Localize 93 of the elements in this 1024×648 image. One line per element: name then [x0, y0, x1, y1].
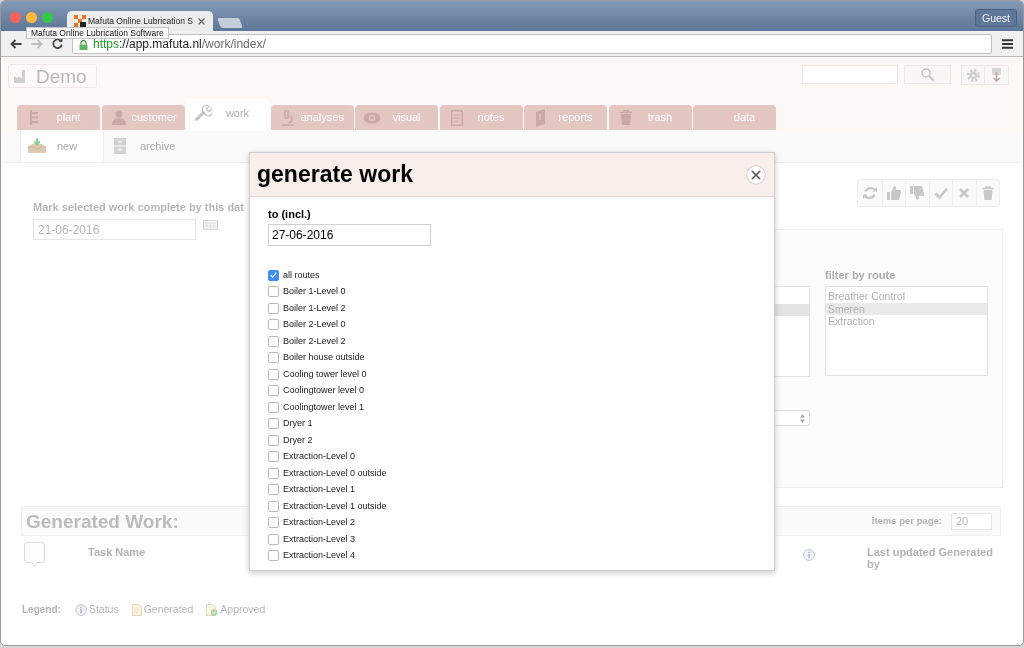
checkbox-label[interactable]: Extraction-Level 0 outside — [283, 467, 387, 479]
checkbox[interactable] — [268, 302, 279, 314]
info-icon — [74, 603, 87, 616]
checkbox-label[interactable]: Extraction-Level 0 — [283, 451, 356, 463]
section-title: Generated Work: — [26, 511, 179, 531]
cabinet-icon — [114, 138, 126, 154]
hierarchy-icon — [29, 110, 39, 125]
eye-icon — [363, 111, 381, 124]
checkbox-label[interactable]: Boiler 1-Level 0 — [283, 286, 346, 298]
legend-title: Legend: — [22, 603, 61, 618]
legend-label: Approved — [220, 602, 266, 617]
new-tab-button[interactable] — [217, 18, 243, 28]
checkbox[interactable] — [268, 352, 279, 364]
logo-icon — [74, 15, 86, 27]
lock-icon — [79, 39, 88, 50]
checkbox-label[interactable]: Boiler house outside — [283, 352, 365, 364]
checkbox-label[interactable]: Boiler 2-Level 2 — [283, 335, 346, 347]
select-all-checkbox-icon[interactable] — [24, 542, 45, 567]
checkbox[interactable] — [268, 319, 279, 331]
checkbox[interactable] — [268, 401, 279, 413]
search-field[interactable] — [802, 65, 898, 84]
thumbs-down-icon — [910, 186, 925, 200]
items-per-page-label: items per page: — [871, 513, 942, 528]
tray-icon — [27, 138, 47, 154]
select-field[interactable] — [774, 410, 810, 426]
binder-icon — [535, 108, 547, 127]
close-icon[interactable] — [198, 17, 205, 25]
trash-icon — [980, 186, 995, 200]
refresh-icon — [862, 186, 877, 200]
checkbox[interactable] — [268, 484, 279, 496]
tooltip: Mafuta Online Lubrication Software — [26, 27, 169, 39]
checkbox-label[interactable]: Dryer 2 — [283, 434, 313, 446]
checkbox[interactable] — [268, 269, 279, 281]
checkbox[interactable] — [268, 385, 279, 397]
checkbox[interactable] — [268, 368, 279, 380]
field-label: Mark selected work complete by this dat — [33, 200, 244, 214]
checkbox-label[interactable]: Extraction-Level 3 — [283, 533, 356, 545]
checkbox-label[interactable]: all routes — [283, 269, 320, 281]
menu-icon[interactable] — [1002, 38, 1013, 49]
legend-label: Generated — [143, 602, 194, 617]
checkbox-label[interactable]: Extraction-Level 2 — [283, 517, 356, 529]
checkbox[interactable] — [268, 517, 279, 529]
trash-icon — [619, 110, 632, 125]
thumbs-up-icon — [886, 186, 901, 200]
checkbox-label[interactable]: Extraction-Level 1 — [283, 484, 356, 496]
checkbox-label[interactable]: Coolingtower level 1 — [283, 401, 365, 413]
checkbox[interactable] — [268, 335, 279, 347]
export-button[interactable] — [985, 65, 1009, 85]
wrench-icon — [194, 104, 212, 122]
approved-document-icon — [206, 603, 219, 616]
settings-icon — [966, 68, 980, 82]
date-field[interactable]: 27-06-2016 — [268, 224, 431, 246]
checkbox-label[interactable]: Extraction-Level 4 — [283, 550, 356, 562]
factory-icon — [14, 69, 28, 83]
reload-icon[interactable] — [52, 38, 63, 49]
checkmark-icon — [270, 272, 277, 279]
checkbox[interactable] — [268, 451, 279, 463]
document-icon — [131, 603, 142, 616]
document-icon — [450, 109, 463, 126]
checkbox-label[interactable]: Dryer 1 — [283, 418, 313, 430]
checkbox[interactable] — [268, 418, 279, 430]
checkbox-label[interactable]: Coolingtower level 0 — [283, 385, 365, 397]
microscope-icon — [280, 109, 295, 126]
checkbox-label[interactable]: Cooling tower level 0 — [283, 368, 367, 380]
minimize-icon[interactable] — [26, 12, 37, 23]
legend-label: Status — [88, 602, 119, 617]
settings-button[interactable] — [961, 65, 985, 85]
calendar-icon[interactable] — [203, 220, 218, 230]
checkbox-label[interactable]: Boiler 2-Level 0 — [283, 319, 346, 331]
checkbox[interactable] — [268, 467, 279, 479]
filter-label: filter by route — [825, 269, 897, 282]
back-icon[interactable] — [10, 38, 22, 49]
download-icon — [991, 68, 1002, 82]
checkbox[interactable] — [268, 500, 279, 512]
listbox[interactable] — [774, 286, 810, 377]
cross-icon — [957, 186, 972, 200]
checkbox[interactable] — [268, 434, 279, 446]
field-label: to (incl.) — [268, 208, 312, 221]
checkbox-label[interactable]: Boiler 1-Level 2 — [283, 302, 346, 314]
checkbox-label[interactable]: Extraction-Level 1 outside — [283, 500, 387, 512]
profile-button[interactable]: Guest — [975, 9, 1017, 27]
info-icon — [803, 549, 815, 561]
checkbox[interactable] — [268, 550, 279, 562]
up-down-arrows-icon — [800, 413, 805, 423]
search-icon — [921, 68, 934, 81]
maximize-icon[interactable] — [42, 12, 53, 23]
checkbox[interactable] — [268, 286, 279, 298]
checkbox[interactable] — [268, 533, 279, 545]
person-icon — [111, 110, 126, 125]
forward-icon[interactable] — [31, 38, 43, 49]
search-button[interactable] — [904, 65, 951, 84]
check-icon — [933, 186, 948, 200]
dialog-title: generate work — [257, 163, 413, 186]
